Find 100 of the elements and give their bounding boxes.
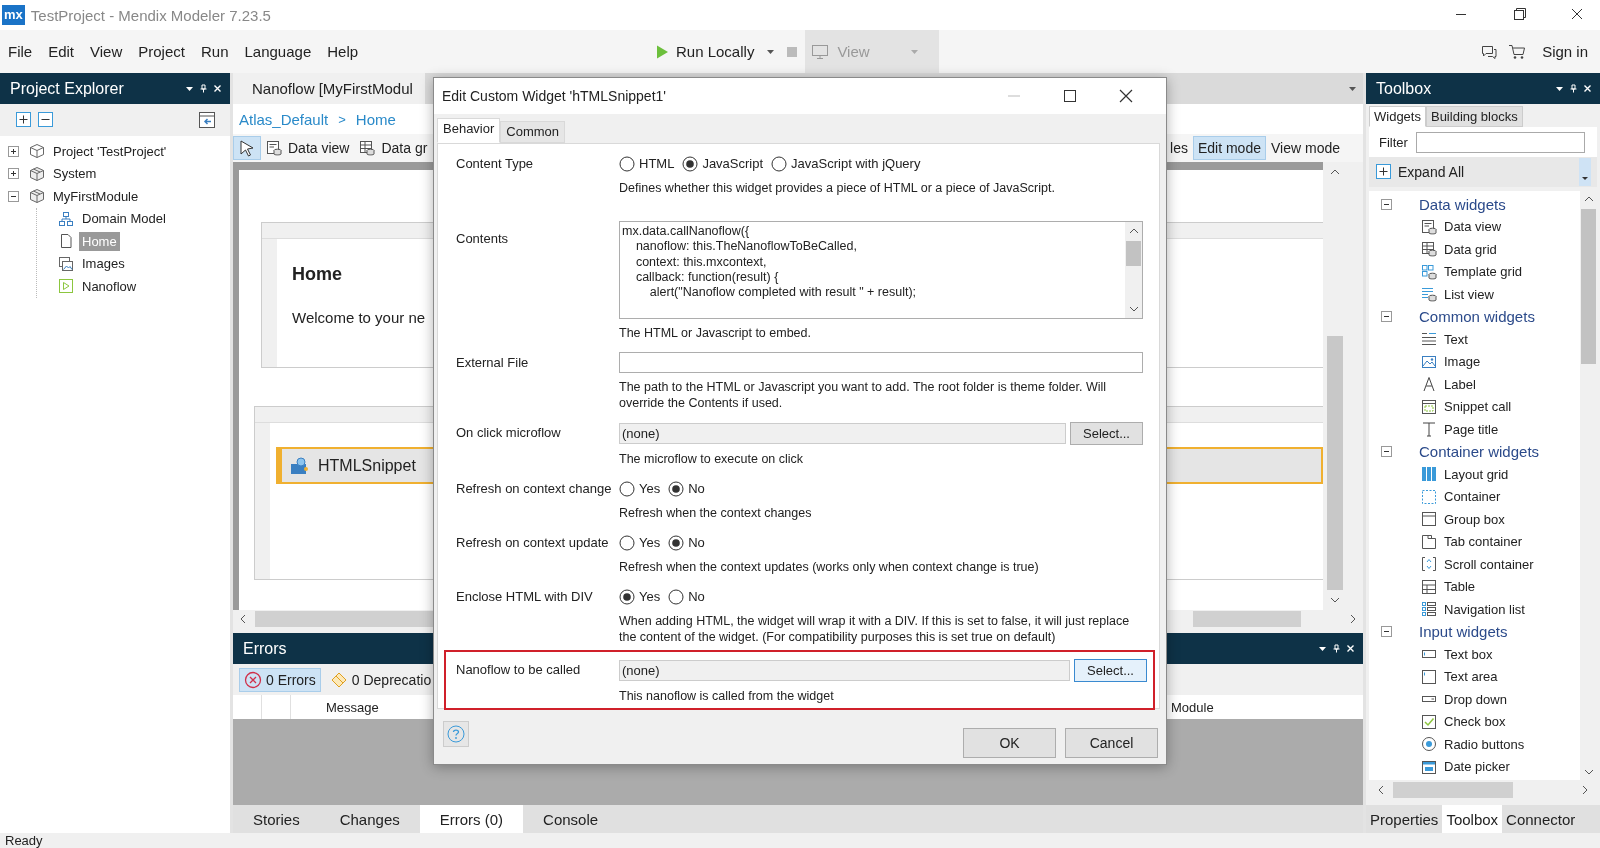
radio-option[interactable]: JavaScript with jQuery [771,155,921,172]
toolbox-item[interactable]: Page title [1421,418,1580,441]
tree-item[interactable]: Domain Model [79,209,169,229]
mode-tab[interactable]: Edit mode [1192,136,1266,160]
scroll-left-icon[interactable] [239,614,247,624]
toolbox-item[interactable]: Label [1421,373,1580,396]
panel-tab[interactable]: Errors (0) [419,805,524,833]
select-button[interactable]: Select... [1070,422,1143,445]
tree-item[interactable]: Images [79,254,128,274]
panel-tab[interactable]: Properties [1366,805,1443,833]
breadcrumb-link[interactable]: Home [355,110,396,128]
dropdown-icon[interactable] [185,84,194,93]
radio-option[interactable]: No [668,534,705,551]
scrollbar-thumb[interactable] [1327,336,1343,590]
collapse-icon[interactable] [8,190,19,202]
text-field[interactable] [619,352,1143,373]
document-tab[interactable]: Nanoflow [MyFirstModul [233,73,425,104]
expand-all-icon[interactable] [15,111,33,129]
radio-option[interactable]: JavaScript [682,155,764,172]
help-icon[interactable] [443,720,469,747]
toolbox-item[interactable]: Snippet call [1421,395,1580,418]
panel-tab[interactable]: Connector [1502,805,1580,833]
radio-option[interactable]: No [668,480,705,497]
toolbox-item[interactable]: Tab container [1421,530,1580,553]
filter-field[interactable] [1415,131,1585,153]
scroll-down-icon[interactable] [1330,596,1340,604]
toolbox-item[interactable]: Check box [1421,710,1580,733]
breadcrumb-link[interactable]: Atlas_Default [239,110,329,128]
radio-option[interactable]: Yes [619,588,661,605]
cart-icon[interactable] [1508,42,1527,61]
scroll-up-icon[interactable] [1583,195,1594,203]
radio-option[interactable]: HTML [619,155,675,172]
scroll-right-icon[interactable] [1581,785,1589,795]
tree-item[interactable]: MyFirstModule [50,186,142,206]
toolbox-item[interactable]: Image [1421,350,1580,373]
scrollbar-thumb[interactable] [255,611,435,627]
toolbox-item[interactable]: Text [1421,328,1580,351]
toolbar-button[interactable]: Data view [261,136,355,160]
scroll-down-icon[interactable] [1583,768,1594,776]
dropdown-icon[interactable] [1318,644,1327,653]
toolbox-item[interactable]: Drop down [1421,688,1580,711]
radio-option[interactable]: No [668,588,705,605]
close-icon[interactable] [1583,84,1592,93]
toolbox-item[interactable]: Data grid [1421,238,1580,261]
tree-item[interactable]: System [50,164,100,184]
collapse-icon[interactable] [1381,198,1392,210]
toolbox-item[interactable]: Template grid [1421,260,1580,283]
scroll-up-icon[interactable] [1128,227,1139,235]
filter-button[interactable]: 0 Errors [239,667,321,692]
column-header[interactable]: Module [1171,699,1214,715]
close-icon[interactable] [213,84,222,93]
group-header[interactable]: Input widgets [1419,623,1508,641]
pointer-button[interactable] [233,136,261,160]
toolbox-item[interactable]: Group box [1421,508,1580,531]
toolbox-item[interactable]: Data view [1421,215,1580,238]
toolbox-item[interactable]: Container [1421,485,1580,508]
close-icon[interactable] [1346,644,1355,653]
collapse-all-icon[interactable] [37,111,55,129]
expand-icon[interactable] [8,145,19,157]
panel-tab[interactable]: Stories [233,805,320,833]
toolbox-item[interactable]: Layout grid [1421,463,1580,486]
pin-icon[interactable] [1332,644,1341,653]
select-button[interactable]: Select... [1074,659,1147,682]
vertical-scrollbar[interactable] [1125,222,1142,318]
group-header[interactable]: Data widgets [1419,195,1506,213]
toolbox-item[interactable]: Radio buttons [1421,733,1580,756]
tree-item[interactable]: Nanoflow [79,276,140,296]
menu-item[interactable]: Edit [48,39,83,64]
dialog-tab[interactable]: Behavior [437,118,501,143]
scrollbar-thumb[interactable] [1581,209,1596,364]
toolbox-item[interactable]: List view [1421,283,1580,306]
toolbox-item[interactable]: Date picker [1421,755,1580,778]
dropdown-icon[interactable] [766,47,776,56]
radio-option[interactable]: Yes [619,480,661,497]
dropdown-icon[interactable] [1555,84,1564,93]
group-header[interactable]: Common widgets [1419,308,1535,326]
run-button[interactable]: Run Locally [653,39,761,64]
pin-icon[interactable] [199,84,208,93]
panel-tab[interactable]: Console [523,805,619,833]
scroll-up-icon[interactable] [1330,168,1340,176]
scroll-right-icon[interactable] [1349,614,1357,624]
sign-in-link[interactable]: Sign in [1542,43,1588,60]
scrollbar-thumb[interactable] [1193,611,1301,627]
expand-icon[interactable] [8,168,19,180]
panel-tab[interactable]: Changes [319,805,420,833]
scrollbar-thumb[interactable] [1393,782,1513,798]
panel-tab[interactable]: Widgets [1369,106,1426,127]
toolbar-button[interactable]: Data gr [354,136,433,160]
collapse-icon[interactable] [1381,446,1392,458]
menu-item[interactable]: View [90,39,131,64]
collapse-icon[interactable] [1381,626,1392,638]
group-header[interactable]: Container widgets [1419,443,1540,461]
tree-item[interactable]: Project 'TestProject' [50,141,170,161]
toolbox-item[interactable]: Text area [1421,665,1580,688]
scrollbar-thumb[interactable] [1126,241,1141,266]
menu-item[interactable]: Run [200,39,237,64]
dialog-button[interactable]: OK [963,727,1056,758]
reference-field[interactable]: (none) [619,660,1070,681]
menu-item[interactable]: Project [138,39,193,64]
scroll-down-icon[interactable] [1128,305,1139,313]
